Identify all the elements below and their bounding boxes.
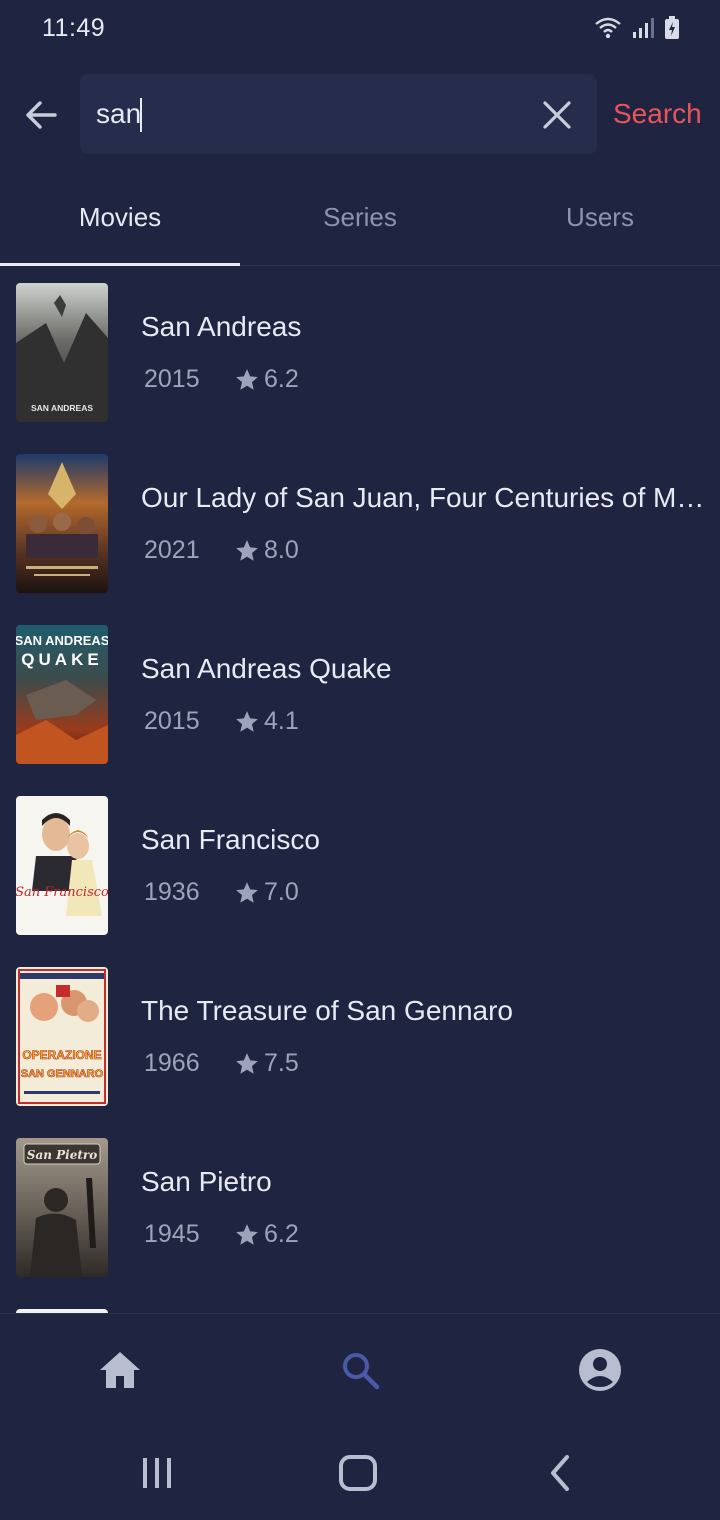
poster-title-text: San Pietro xyxy=(27,1148,97,1162)
home-system-button[interactable] xyxy=(336,1453,380,1493)
movie-poster: San Francisco xyxy=(16,796,108,935)
recent-apps-button[interactable] xyxy=(135,1453,179,1493)
movie-title: Our Lady of San Juan, Four Centuries of … xyxy=(141,482,706,513)
nav-search[interactable] xyxy=(336,1346,384,1394)
poster-title-text: OPERAZIONE xyxy=(22,1048,101,1062)
movie-year: 2021 xyxy=(144,536,200,564)
movie-year: 2015 xyxy=(144,365,200,393)
list-item[interactable]: SAN ANDREAS QUAKE San Andreas Quake 2015… xyxy=(0,625,720,765)
movie-rating: 8.0 xyxy=(264,536,299,564)
search-button[interactable]: Search xyxy=(613,98,702,130)
star-icon xyxy=(236,1052,258,1074)
home-icon xyxy=(100,1352,140,1388)
star-icon xyxy=(236,368,258,390)
poster-title-text: QUAKE xyxy=(21,650,102,669)
movie-poster xyxy=(16,454,108,593)
battery-icon xyxy=(665,16,679,39)
recent-apps-icon xyxy=(143,1458,171,1488)
movie-meta: 2015 6.2 xyxy=(144,365,299,394)
movie-poster: OPERAZIONE SAN GENNARO xyxy=(16,967,108,1106)
status-icons xyxy=(594,16,680,40)
clear-button[interactable] xyxy=(538,96,576,134)
search-icon xyxy=(343,1353,380,1390)
search-field[interactable] xyxy=(80,74,597,154)
poster-title-text: SAN ANDREAS xyxy=(31,403,93,413)
nav-home[interactable] xyxy=(96,1346,144,1394)
movie-poster: SAN ANDREAS QUAKE xyxy=(16,625,108,764)
system-navigation-bar xyxy=(0,1423,720,1520)
screen: 11:49 san Search Movies Series Users SAN… xyxy=(0,0,720,1520)
list-item[interactable]: San Francisco San Francisco 1936 7.0 xyxy=(0,796,720,936)
movie-title: San Francisco xyxy=(141,824,320,855)
status-bar: 11:49 xyxy=(0,0,720,60)
poster-title-text: SAN GENNARO xyxy=(21,1068,104,1080)
text-cursor xyxy=(140,98,142,132)
star-icon xyxy=(236,881,258,903)
movie-meta: 2015 4.1 xyxy=(144,707,299,736)
movie-rating: 7.0 xyxy=(264,878,299,906)
list-item[interactable]: SAN ANDREAS San Andreas 2015 6.2 xyxy=(0,283,720,423)
movie-year: 2015 xyxy=(144,707,200,735)
list-item[interactable]: Our Lady of San Juan, Four Centuries of … xyxy=(0,454,720,594)
arrow-left-icon xyxy=(26,101,57,129)
results-list[interactable]: SAN ANDREAS San Andreas 2015 6.2 Our Lad… xyxy=(0,283,720,1313)
home-square-icon xyxy=(339,1455,377,1491)
poster-title-text: SAN ANDREAS xyxy=(16,633,108,648)
movie-rating: 7.5 xyxy=(264,1049,299,1077)
movie-meta: 1945 6.2 xyxy=(144,1220,299,1249)
movie-title: The Treasure of San Gennaro xyxy=(141,995,513,1026)
system-back-button[interactable] xyxy=(538,1453,582,1493)
movie-rating: 4.1 xyxy=(264,707,299,735)
movie-poster: SAN ANDREAS xyxy=(16,283,108,422)
movie-rating: 6.2 xyxy=(264,365,299,393)
movie-title: San Andreas Quake xyxy=(141,653,392,684)
status-time: 11:49 xyxy=(42,14,106,42)
star-icon xyxy=(236,1223,258,1245)
search-input[interactable] xyxy=(96,94,516,134)
movie-rating: 6.2 xyxy=(264,1220,299,1248)
movie-poster: San Pietro xyxy=(16,1138,108,1277)
movie-meta: 1936 7.0 xyxy=(144,878,299,907)
tab-movies[interactable]: Movies xyxy=(0,202,240,233)
close-icon xyxy=(543,101,571,129)
list-item[interactable]: San Pietro San Pietro 1945 6.2 xyxy=(0,1138,720,1278)
wifi-icon xyxy=(595,17,621,39)
movie-year: 1936 xyxy=(144,878,200,906)
tab-bar: Movies Series Users xyxy=(0,180,720,266)
movie-meta: 1966 7.5 xyxy=(144,1049,299,1078)
list-item[interactable]: OPERAZIONE SAN GENNARO The Treasure of S… xyxy=(0,967,720,1107)
movie-year: 1945 xyxy=(144,1220,200,1248)
nav-profile[interactable] xyxy=(576,1346,624,1394)
tab-series[interactable]: Series xyxy=(240,202,480,233)
back-button[interactable] xyxy=(18,92,64,138)
chevron-left-icon xyxy=(551,1455,569,1491)
movie-title: San Andreas xyxy=(141,311,302,342)
movie-year: 1966 xyxy=(144,1049,200,1077)
account-icon xyxy=(579,1349,621,1391)
bottom-navigation xyxy=(0,1313,720,1423)
active-tab-indicator xyxy=(0,263,240,266)
star-icon xyxy=(236,539,258,561)
signal-icon xyxy=(633,18,654,38)
poster-title-text: San Francisco xyxy=(16,885,108,900)
movie-meta: 2021 8.0 xyxy=(144,536,299,565)
star-icon xyxy=(236,710,258,732)
movie-title: San Pietro xyxy=(141,1166,272,1197)
tab-users[interactable]: Users xyxy=(480,202,720,233)
